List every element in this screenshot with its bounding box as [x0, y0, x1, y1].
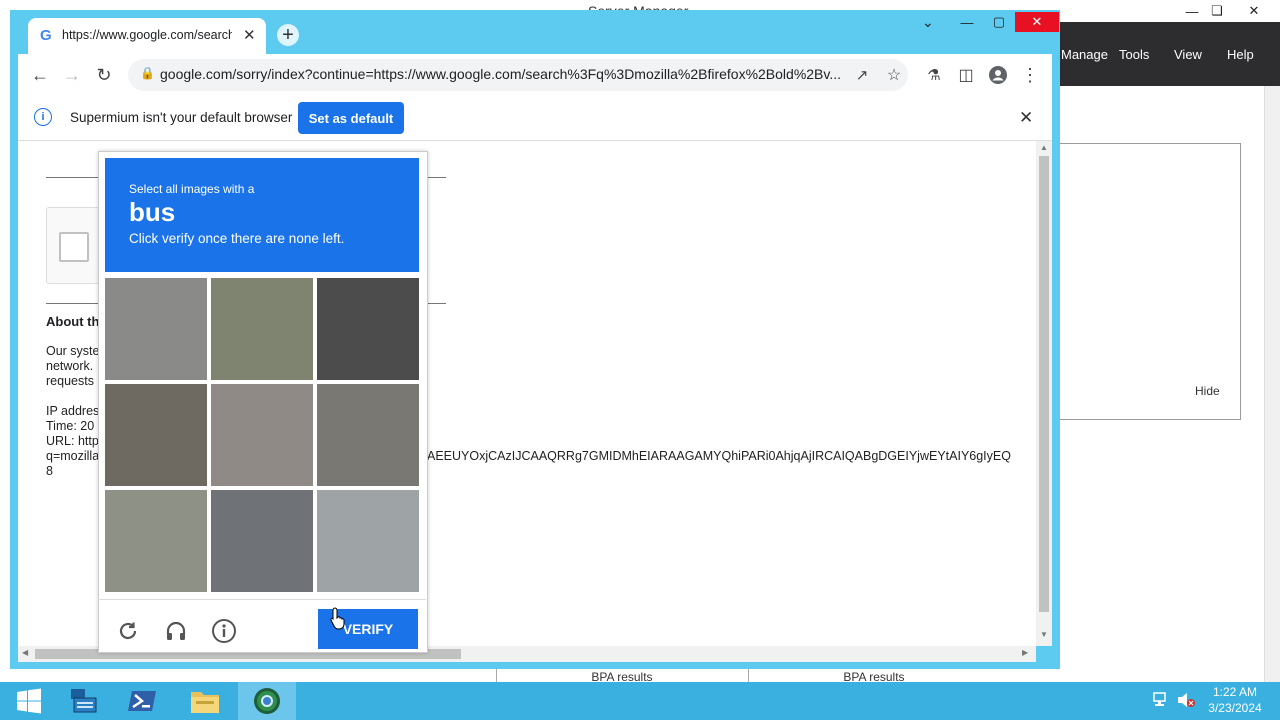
server-manager-scrollbar[interactable] — [1264, 86, 1280, 682]
supermium-taskbar-icon[interactable] — [238, 682, 296, 720]
sm-restore-button[interactable]: ❏ — [1200, 0, 1234, 22]
menu-tools[interactable]: Tools — [1119, 47, 1149, 62]
browser-maximize-button[interactable]: ▢ — [983, 12, 1015, 32]
browser-close-button[interactable]: ✕ — [1015, 12, 1059, 32]
captcha-subinstruction: Click verify once there are none left. — [129, 231, 345, 246]
hide-link[interactable]: Hide — [1195, 384, 1220, 398]
vertical-scroll-thumb[interactable] — [1039, 156, 1049, 612]
captcha-tile-6[interactable] — [317, 384, 419, 486]
captcha-tile-9[interactable] — [317, 490, 419, 592]
about-line: Our syste — [46, 344, 100, 358]
menu-view[interactable]: View — [1174, 47, 1202, 62]
tab-close-icon[interactable]: ✕ — [243, 26, 256, 44]
captcha-instruction: Select all images with a — [129, 182, 255, 196]
url-text[interactable]: google.com/sorry/index?continue=https://… — [160, 66, 846, 82]
help-info-icon[interactable] — [210, 617, 238, 645]
scroll-right-icon[interactable]: ▶ — [1022, 648, 1028, 657]
captcha-footer-divider — [98, 599, 426, 600]
scroll-down-icon[interactable]: ▼ — [1040, 630, 1048, 639]
about-line: network. — [46, 359, 94, 373]
volume-muted-tray-icon[interactable] — [1176, 691, 1196, 712]
bpa-results-header: BPA results — [496, 668, 747, 682]
url-tail-text: AEEUYOxjCAzIJCAAQRRg7GMIDMhEIARAAGAMYQhi… — [427, 449, 1011, 463]
start-button[interactable] — [0, 682, 58, 720]
bpa-results-header: BPA results — [748, 668, 999, 682]
menu-help[interactable]: Help — [1227, 47, 1254, 62]
side-panel-icon[interactable]: ◫ — [954, 63, 978, 87]
extension-icon[interactable]: ⚗ — [922, 63, 946, 87]
server-manager-panel — [1060, 143, 1241, 420]
time-line: Time: 20 — [46, 419, 95, 433]
google-favicon-icon: G — [40, 27, 52, 44]
url-line: URL: http — [46, 434, 99, 448]
file-explorer-taskbar-icon[interactable] — [176, 682, 234, 720]
captcha-tile-7[interactable] — [105, 490, 207, 592]
tab-title: https://www.google.com/search — [62, 28, 232, 42]
audio-challenge-icon[interactable] — [162, 617, 190, 645]
infobar-close-icon[interactable]: ✕ — [1019, 108, 1033, 128]
scroll-left-icon[interactable]: ◀ — [22, 648, 28, 657]
back-arrow-icon[interactable]: ← — [28, 63, 52, 87]
captcha-target: bus — [129, 197, 176, 227]
tab-search-chevron-icon[interactable]: ⌄ — [922, 14, 934, 31]
bookmark-star-icon[interactable]: ☆ — [882, 63, 906, 87]
clock-date: 3/23/2024 — [1208, 701, 1262, 715]
captcha-tile-3[interactable] — [317, 278, 419, 380]
url-line: 8 — [46, 464, 53, 478]
scroll-up-icon[interactable]: ▲ — [1040, 143, 1048, 152]
menu-kebab-icon[interactable]: ⋮ — [1018, 63, 1042, 87]
forward-arrow-icon[interactable]: → — [60, 63, 84, 87]
lock-icon[interactable]: 🔒 — [140, 66, 155, 80]
sm-close-button[interactable]: ✕ — [1237, 0, 1271, 22]
reload-icon[interactable]: ↻ — [92, 63, 116, 87]
network-tray-icon[interactable] — [1152, 691, 1170, 712]
ip-line: IP addres — [46, 404, 100, 418]
mouse-cursor-icon — [329, 606, 349, 633]
captcha-tile-8[interactable] — [211, 490, 313, 592]
infobar-message: Supermium isn't your default browser — [70, 110, 293, 125]
menu-manage[interactable]: Manage — [1061, 47, 1108, 62]
about-line: requests — [46, 374, 94, 388]
browser-minimize-button[interactable]: — — [951, 12, 983, 32]
profile-avatar-icon[interactable] — [986, 63, 1010, 87]
info-icon: i — [34, 108, 52, 126]
taskbar-clock[interactable]: 1:22 AM 3/23/2024 — [1200, 684, 1270, 716]
reload-challenge-icon[interactable] — [114, 617, 142, 645]
new-tab-button[interactable]: + — [277, 24, 299, 46]
captcha-tile-1[interactable] — [105, 278, 207, 380]
server-manager-taskbar-icon[interactable] — [54, 682, 112, 720]
clock-time: 1:22 AM — [1212, 685, 1258, 699]
recaptcha-checkbox[interactable] — [59, 232, 89, 262]
captcha-tile-4[interactable] — [105, 384, 207, 486]
about-heading: About th — [46, 314, 100, 329]
powershell-taskbar-icon[interactable] — [114, 682, 172, 720]
set-as-default-button[interactable]: Set as default — [298, 102, 404, 134]
browser-window-controls: — ▢ ✕ — [951, 12, 1059, 32]
share-icon[interactable]: ↗ — [850, 63, 874, 87]
captcha-tile-5[interactable] — [211, 384, 313, 486]
captcha-tile-2[interactable] — [211, 278, 313, 380]
url-line: q=mozilla — [46, 449, 100, 463]
